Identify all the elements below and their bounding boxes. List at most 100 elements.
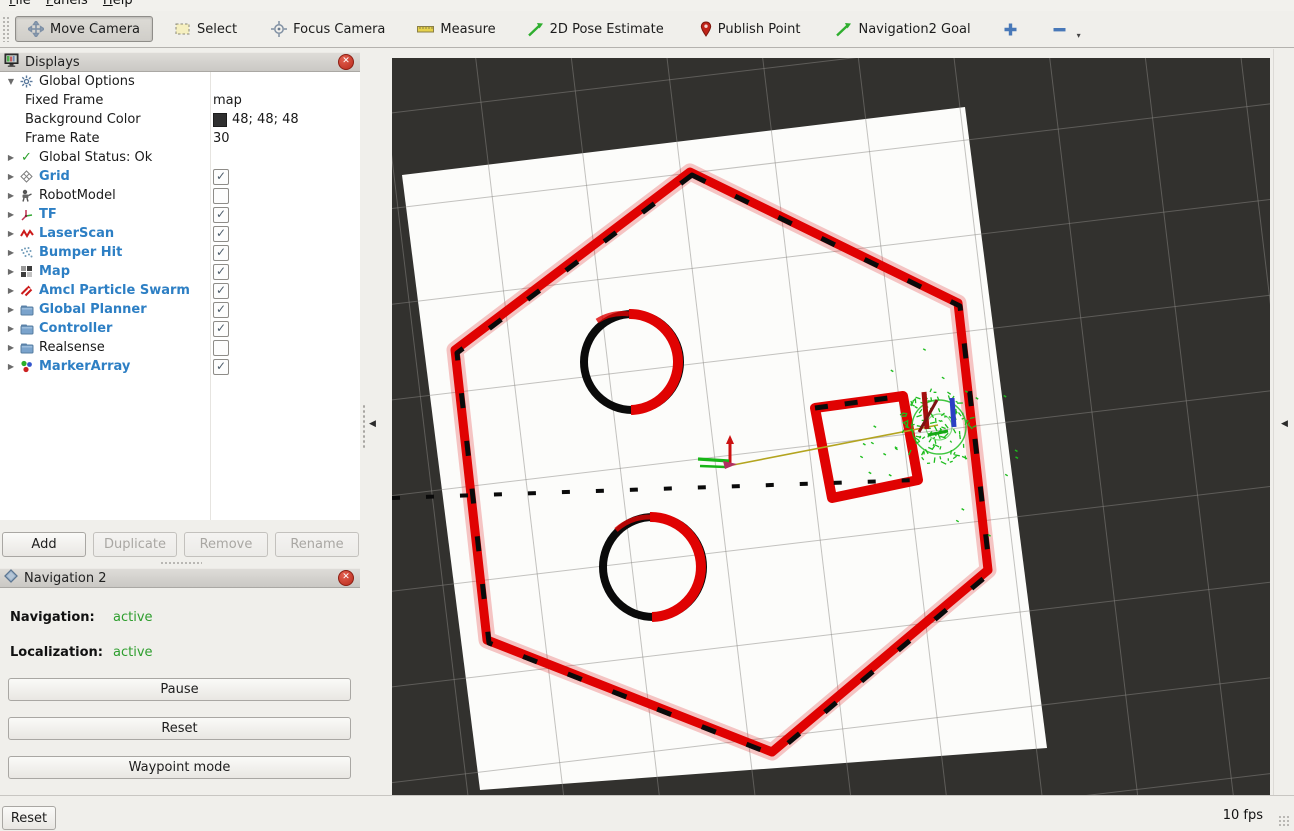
row-frame-rate[interactable]: Frame Rate 30 bbox=[0, 129, 360, 148]
left-collapse-arrow-icon[interactable]: ◀ bbox=[369, 419, 376, 429]
property-label: Background Color bbox=[25, 112, 141, 127]
time-reset-button[interactable]: Reset bbox=[2, 806, 56, 830]
row-global-planner[interactable]: ▶ Global Planner bbox=[0, 300, 360, 319]
display-label: RobotModel bbox=[39, 188, 116, 203]
tool-label: Navigation2 Goal bbox=[858, 22, 970, 37]
focus-camera-icon bbox=[271, 21, 287, 37]
localization-status-label: Localization: bbox=[10, 645, 103, 660]
global-planner-checkbox[interactable] bbox=[213, 302, 229, 318]
expander-closed-icon[interactable]: ▶ bbox=[5, 305, 17, 314]
menu-help[interactable]: Help bbox=[103, 0, 133, 8]
tool-focus-camera[interactable]: Focus Camera bbox=[263, 16, 393, 42]
map-checkbox[interactable] bbox=[213, 264, 229, 280]
realsense-checkbox[interactable] bbox=[213, 340, 229, 356]
expander-closed-icon[interactable]: ▶ bbox=[5, 286, 17, 295]
expander-closed-icon[interactable]: ▶ bbox=[5, 210, 17, 219]
row-bumper-hit[interactable]: ▶ Bumper Hit bbox=[0, 243, 360, 262]
panel-splitter-handle[interactable] bbox=[160, 561, 202, 565]
displays-close-icon[interactable]: ✕ bbox=[338, 54, 354, 70]
grid-icon bbox=[18, 170, 35, 183]
row-global-status[interactable]: ▶ ✓ Global Status: Ok bbox=[0, 148, 360, 167]
expander-closed-icon[interactable]: ▶ bbox=[5, 153, 17, 162]
markerarray-checkbox[interactable] bbox=[213, 359, 229, 375]
displays-panel-header[interactable]: Displays ✕ bbox=[0, 52, 360, 72]
expander-closed-icon[interactable]: ▶ bbox=[5, 343, 17, 352]
row-controller[interactable]: ▶ Controller bbox=[0, 319, 360, 338]
remove-button[interactable]: Remove bbox=[184, 532, 268, 557]
expander-closed-icon[interactable]: ▶ bbox=[5, 229, 17, 238]
expander-closed-icon[interactable]: ▶ bbox=[5, 191, 17, 200]
display-label: LaserScan bbox=[39, 226, 114, 241]
expander-closed-icon[interactable]: ▶ bbox=[5, 267, 17, 276]
green-arrow-icon bbox=[836, 22, 852, 37]
tool-measure[interactable]: Measure bbox=[409, 17, 503, 42]
add-button[interactable]: Add bbox=[2, 532, 86, 557]
row-laserscan[interactable]: ▶ LaserScan bbox=[0, 224, 360, 243]
menu-panels[interactable]: Panels bbox=[46, 0, 88, 8]
controller-checkbox[interactable] bbox=[213, 321, 229, 337]
menu-file[interactable]: File bbox=[9, 0, 31, 8]
right-splitter[interactable] bbox=[1273, 49, 1274, 795]
laser-scan-icon bbox=[18, 228, 35, 239]
row-grid[interactable]: ▶ Grid bbox=[0, 167, 360, 186]
expander-closed-icon[interactable]: ▶ bbox=[5, 248, 17, 257]
pause-button[interactable]: Pause bbox=[8, 678, 351, 701]
toolbar-drag-handle[interactable] bbox=[2, 16, 9, 42]
navigation2-icon bbox=[4, 569, 18, 587]
gear-icon bbox=[18, 75, 35, 88]
robotmodel-checkbox[interactable] bbox=[213, 188, 229, 204]
folder-icon bbox=[18, 342, 35, 354]
row-global-options[interactable]: ▼ Global Options bbox=[0, 72, 360, 91]
navigation2-panel-header[interactable]: Navigation 2 ✕ bbox=[0, 568, 360, 588]
tool-add-button[interactable] bbox=[995, 17, 1026, 42]
amcl-checkbox[interactable] bbox=[213, 283, 229, 299]
row-tf[interactable]: ▶ TF bbox=[0, 205, 360, 224]
expander-closed-icon[interactable]: ▶ bbox=[5, 172, 17, 181]
navigation2-close-icon[interactable]: ✕ bbox=[338, 570, 354, 586]
frame-rate-value[interactable]: 30 bbox=[213, 131, 230, 146]
expander-closed-icon[interactable]: ▶ bbox=[5, 362, 17, 371]
row-robotmodel[interactable]: ▶ RobotModel bbox=[0, 186, 360, 205]
folder-icon bbox=[18, 304, 35, 316]
tool-label: Focus Camera bbox=[293, 22, 385, 37]
background-color-swatch[interactable] bbox=[213, 113, 227, 127]
tf-checkbox[interactable] bbox=[213, 207, 229, 223]
fixed-frame-value[interactable]: map bbox=[213, 93, 242, 108]
expander-open-icon[interactable]: ▼ bbox=[5, 77, 17, 86]
display-label: MarkerArray bbox=[39, 359, 130, 374]
tool-2d-pose-estimate[interactable]: 2D Pose Estimate bbox=[520, 17, 672, 42]
tool-move-camera[interactable]: Move Camera bbox=[15, 16, 153, 42]
menu-bar: File Panels Help bbox=[0, 0, 1294, 11]
window-resize-grip[interactable] bbox=[1278, 815, 1291, 828]
row-markerarray[interactable]: ▶ MarkerArray bbox=[0, 357, 360, 376]
toolbar: Move Camera Select Focus Camera Measure … bbox=[0, 11, 1294, 48]
tool-publish-point[interactable]: Publish Point bbox=[692, 16, 809, 42]
nav-reset-button[interactable]: Reset bbox=[8, 717, 351, 740]
toolbar-overflow-caret[interactable]: ▾ bbox=[1077, 31, 1081, 40]
duplicate-button[interactable]: Duplicate bbox=[93, 532, 177, 557]
row-amcl-particle-swarm[interactable]: ▶ Amcl Particle Swarm bbox=[0, 281, 360, 300]
tool-remove-button[interactable]: ▾ bbox=[1044, 17, 1089, 42]
left-splitter-grip[interactable] bbox=[362, 404, 366, 448]
background-color-value[interactable]: 48; 48; 48 bbox=[232, 112, 299, 127]
move-camera-icon bbox=[28, 21, 44, 37]
tool-navigation2-goal[interactable]: Navigation2 Goal bbox=[828, 17, 978, 42]
row-map[interactable]: ▶ Map bbox=[0, 262, 360, 281]
tf-axes-icon bbox=[18, 208, 35, 221]
right-collapse-arrow-icon[interactable]: ◀ bbox=[1281, 419, 1288, 429]
row-fixed-frame[interactable]: Fixed Frame map bbox=[0, 91, 360, 110]
grid-checkbox[interactable] bbox=[213, 169, 229, 185]
render-view[interactable] bbox=[392, 58, 1270, 795]
rename-button[interactable]: Rename bbox=[275, 532, 359, 557]
waypoint-mode-button[interactable]: Waypoint mode bbox=[8, 756, 351, 779]
bumper-hit-icon bbox=[18, 246, 35, 259]
select-icon bbox=[175, 22, 191, 36]
tool-label: Move Camera bbox=[50, 22, 140, 37]
expander-closed-icon[interactable]: ▶ bbox=[5, 324, 17, 333]
row-background-color[interactable]: Background Color 48; 48; 48 bbox=[0, 110, 360, 129]
tool-select[interactable]: Select bbox=[167, 17, 245, 42]
bumper-hit-checkbox[interactable] bbox=[213, 245, 229, 261]
navigation2-panel-title: Navigation 2 bbox=[24, 571, 107, 586]
row-realsense[interactable]: ▶ Realsense bbox=[0, 338, 360, 357]
laserscan-checkbox[interactable] bbox=[213, 226, 229, 242]
